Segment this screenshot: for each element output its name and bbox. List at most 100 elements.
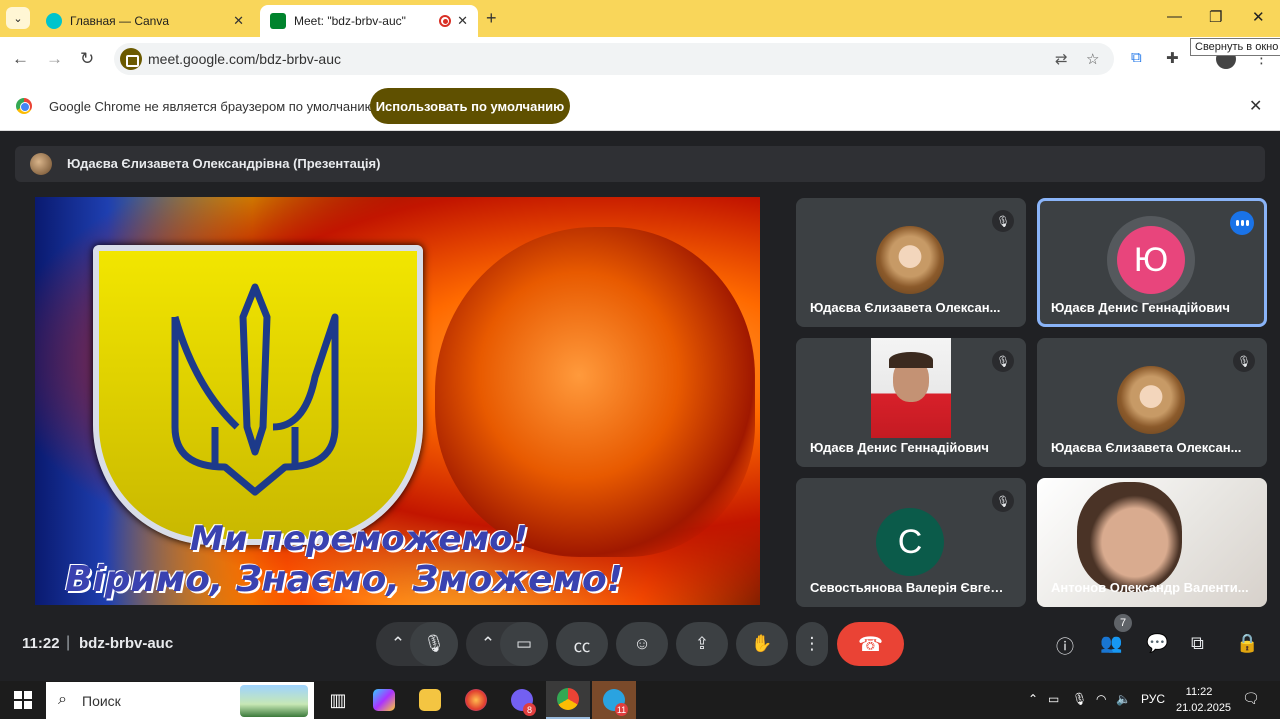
forward-button[interactable]: → [46,49,63,69]
volume-icon[interactable]: 🔈 [1116,692,1131,706]
tab-title: Главная — Canva [70,14,170,28]
show-hidden-icons-chevron-icon[interactable]: ⌃ [1028,692,1038,706]
clock[interactable]: 11:22 21.02.2025 [1176,684,1232,716]
mic-button[interactable]: 🎙 [410,622,458,666]
participant-tile[interactable]: 🎙 Юдаєва Єлизавета Олексан... [1037,338,1267,467]
meeting-time: 11:22 [22,635,60,652]
raise-hand-button[interactable]: ✋ [736,622,788,666]
copilot-icon[interactable] [362,681,406,719]
task-view-icon[interactable]: ▥ [316,681,360,719]
translate-icon[interactable]: ⇄ [1055,50,1068,68]
presenter-bar: Юдаєва Єлизавета Олександрівна (Презента… [15,146,1265,182]
participant-tile[interactable]: Ю Юдаєв Денис Геннадійович [1037,198,1267,327]
clock-time: 11:22 [1185,686,1213,698]
host-controls-icon[interactable]: 🔒 [1236,633,1258,654]
participant-tile[interactable]: С 🎙 Севостьянова Валерія Євгені... [796,478,1026,607]
language-indicator[interactable]: РУС [1141,692,1165,706]
close-icon[interactable]: ✕ [233,13,244,29]
clock-date: 21.02.2025 [1176,702,1232,714]
site-info-icon[interactable] [120,48,142,70]
notifications-icon[interactable]: 🗨 [1242,690,1260,707]
trident-icon [171,283,339,496]
extensions-icon[interactable]: ✚ [1166,49,1179,67]
taskbar-search[interactable]: ⌕ Поиск [46,682,314,719]
chrome-icon [16,98,32,114]
activities-icon[interactable]: ⧉ [1191,633,1204,654]
tab-canva[interactable]: Главная — Canva ✕ [36,5,254,37]
wifi-icon[interactable]: ◠ [1096,692,1106,706]
microphone-icon[interactable]: 🎙 [1072,692,1087,706]
avatar: Ю [1117,226,1185,294]
participant-tile[interactable]: 🎙 Юдаєва Єлизавета Олексан... [796,198,1026,327]
minimize-button[interactable]: — [1167,8,1182,25]
people-count-badge: 7 [1114,614,1132,632]
more-options-button[interactable]: ⋮ [796,622,828,666]
search-icon: ⌕ [58,691,67,708]
start-button[interactable] [14,691,32,709]
set-default-button[interactable]: Использовать по умолчанию [370,88,570,124]
new-tab-button[interactable]: + [486,8,497,29]
avatar [30,153,52,175]
chrome-taskbar-icon[interactable] [546,681,590,719]
slide-line-1: Ми переможемо! [190,519,529,559]
battery-icon[interactable]: ▭ [1048,692,1059,706]
fist-image [435,227,755,557]
default-browser-infobar: Google Chrome не является браузером по у… [0,81,1280,131]
search-placeholder: Поиск [82,693,121,709]
participant-name: Антонов Олександр Валенти... [1051,580,1249,595]
participant-tile[interactable]: Антонов Олександр Валенти... [1037,478,1267,607]
firefox-icon[interactable] [454,681,498,719]
chat-icon[interactable]: 💬 [1146,633,1168,654]
notification-badge: 11 [615,703,628,716]
camera-button[interactable]: ▭ [500,622,548,666]
participant-tile[interactable]: 🎙 Юдаєв Денис Геннадійович [796,338,1026,467]
avatar: С [876,508,944,576]
close-icon[interactable]: ✕ [1249,96,1262,116]
notification-badge: 8 [523,703,536,716]
camera-options-chevron-icon[interactable]: ⌃ [474,622,502,666]
canva-icon [46,13,62,29]
file-explorer-icon[interactable] [408,681,452,719]
restore-button[interactable]: ❐ [1209,8,1222,26]
mic-off-icon: 🎙 [992,350,1014,372]
mic-options-chevron-icon[interactable]: ⌃ [384,622,412,666]
participant-name: Юдаєв Денис Геннадійович [810,440,989,455]
tab-title: Meet: "bdz-brbv-auc" [294,14,406,28]
participant-name: Юдаєва Єлизавета Олексан... [810,300,1001,315]
present-button[interactable]: ⇪ [676,622,728,666]
meet-icon [270,13,286,29]
leave-call-button[interactable]: ☎ [837,622,904,666]
search-highlight-image [240,685,308,717]
tab-meet[interactable]: Meet: "bdz-brbv-auc" ✕ [260,5,478,37]
meeting-code: bdz-brbv-auc [79,635,174,652]
people-icon[interactable]: 👥 [1100,633,1122,654]
avatar [876,226,944,294]
bookmark-star-icon[interactable]: ☆ [1086,50,1099,68]
address-bar[interactable]: meet.google.com/bdz-brbv-auc ⇄ ☆ [114,43,1114,75]
close-window-button[interactable]: ✕ [1252,8,1265,26]
mic-off-icon: 🎙 [992,210,1014,232]
browser-toolbar: ← → ↻ meet.google.com/bdz-brbv-auc ⇄ ☆ ⧉… [0,37,1280,81]
slide-line-2: Віримо, Знаємо, Зможемо! [65,559,624,600]
recording-icon [439,15,452,27]
participant-name: Севостьянова Валерія Євгені... [810,580,1010,595]
infobar-text: Google Chrome не является браузером по у… [49,99,378,114]
back-button[interactable]: ← [12,49,29,69]
presentation-stage[interactable]: Ми переможемо! Віримо, Знаємо, Зможемо! [35,197,760,605]
tab-search-button[interactable]: ⌄ [6,7,30,29]
taskbar: ⌕ Поиск ▥ 8 11 ⌃ ▭ 🎙 ◠ 🔈 РУС 11:22 21.02… [0,681,1280,719]
close-icon[interactable]: ✕ [457,13,468,29]
telegram-icon[interactable]: 11 [592,681,636,719]
participant-video [871,338,951,438]
url-text[interactable]: meet.google.com/bdz-brbv-auc [148,51,341,67]
mic-off-icon: 🎙 [992,490,1014,512]
participant-name: Юдаєва Єлизавета Олексан... [1051,440,1242,455]
participant-name: Юдаєв Денис Геннадійович [1051,300,1230,315]
emoji-button[interactable]: ☺ [616,622,668,666]
mic-off-icon: 🎙 [1233,350,1255,372]
info-icon[interactable]: ⓘ [1056,633,1074,659]
captions-button[interactable]: ㏄ [556,622,608,666]
viber-icon[interactable]: 8 [500,681,544,719]
reload-button[interactable]: ↻ [80,49,94,69]
translate-extension-icon[interactable]: ⧉ [1131,49,1142,66]
